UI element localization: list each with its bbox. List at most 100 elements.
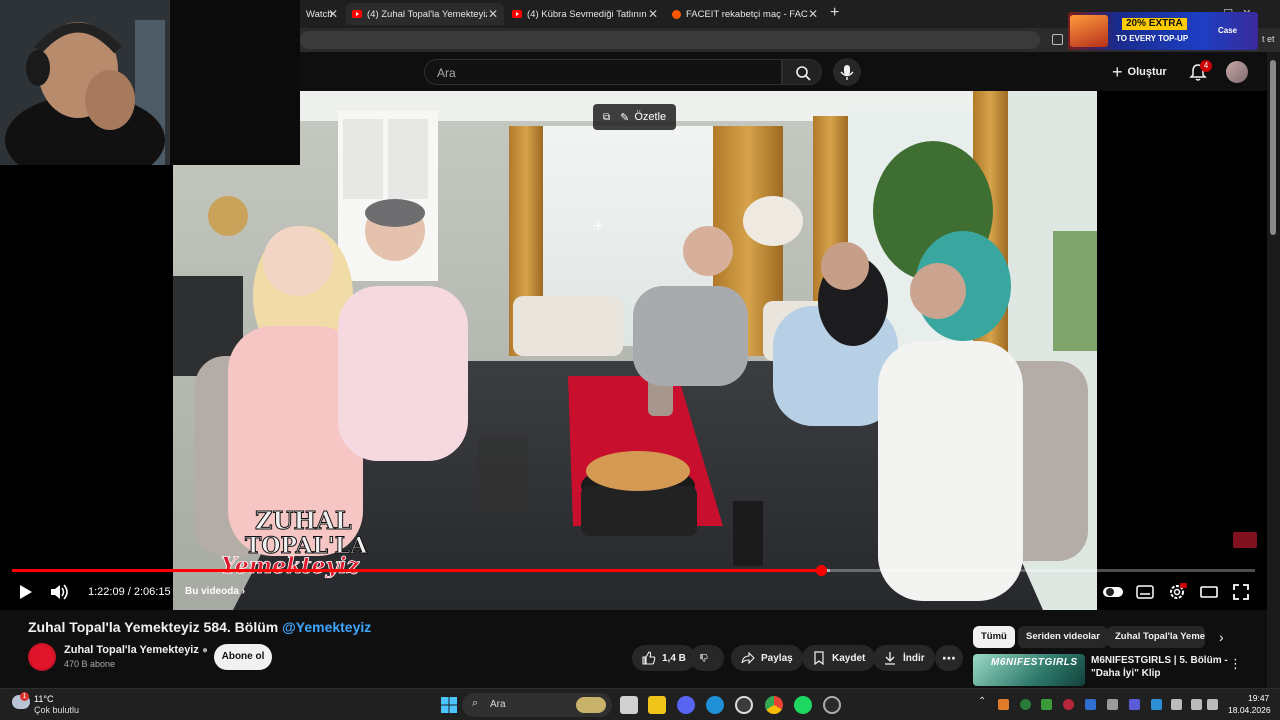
case-box-image [1070,15,1108,47]
tab-watch[interactable]: Watch ✕ [300,3,344,25]
settings-gear-icon[interactable] [1167,582,1187,602]
faceit-icon [672,9,681,19]
progress-played [12,569,822,572]
tab-yemekteyiz[interactable]: (4) Zuhal Topal'la Yemekteyiz 584. ✕ [346,3,504,25]
overlay-logo-line1: ZUHAL [255,506,352,535]
summarize-icon: ✎ [620,111,630,124]
theater-mode-icon[interactable] [1199,582,1219,602]
clock-date[interactable]: 18.04.2026 [1228,705,1271,715]
subscribe-button[interactable]: Abone ol [214,644,272,670]
clock-time[interactable]: 19:47 [1248,693,1269,703]
dislike-button[interactable] [690,645,724,671]
create-label: Oluştur [1127,66,1167,78]
thumbnail-text: M6NIFESTGIRLS [991,657,1078,668]
recommendation-thumbnail[interactable]: M6NIFESTGIRLS [973,654,1085,686]
tray-app-icon[interactable] [1063,699,1074,710]
tray-app-icon[interactable] [1085,699,1096,710]
play-icon[interactable] [15,582,35,602]
more-actions-button[interactable]: ⋯ [935,645,963,671]
progress-bar[interactable] [12,565,1255,576]
autoplay-toggle[interactable] [1102,582,1124,602]
chapter-button[interactable]: Bu videoda › [185,586,245,597]
steam-icon[interactable] [735,696,753,714]
windows-start-icon[interactable] [440,696,458,714]
address-field[interactable] [300,31,1040,49]
save-button[interactable]: Kaydet [802,645,876,671]
tray-app-icon[interactable] [1020,699,1031,710]
download-button[interactable]: İndir [873,645,935,671]
tray-app-icon[interactable] [998,699,1009,710]
verified-badge-icon: ● [201,645,208,656]
youtube-header: Ara + Oluştur 4 [300,52,1280,92]
volume-icon[interactable] [49,582,69,602]
taskbar-search-label: Ara [490,699,506,710]
tab-label: FACEIT rekabetçi maç - FACEIT.com [686,8,808,20]
video-title-hashtag[interactable]: @Yemekteyiz [282,619,371,635]
file-explorer-icon[interactable] [648,696,666,714]
close-tab-icon[interactable]: ✕ [488,7,498,21]
channel-watermark[interactable] [1233,532,1257,548]
share-button[interactable]: Paylaş [731,645,803,671]
split-view-icon[interactable] [1052,34,1063,45]
save-label: Kaydet [832,652,866,664]
discord-icon[interactable] [677,696,695,714]
edge-icon[interactable] [706,696,724,714]
tab-kubra[interactable]: (4) Kübra Sevmediği Tatlının İsmini ✕ [506,3,664,25]
recommendation-title[interactable]: M6NIFESTGIRLS | 5. Bölüm - "Daha İyi" Kl… [1091,654,1231,680]
account-avatar[interactable] [1226,61,1248,83]
video-title-text: Zuhal Topal'la Yemekteyiz 584. Bölüm [28,619,279,635]
youtube-icon [352,10,362,18]
chip-series[interactable]: Seriden videolar [1018,626,1108,648]
miniplayer-icon[interactable]: ⧉ [603,112,610,123]
voice-search-button[interactable] [833,58,861,86]
bookmark-icon [814,651,824,665]
microphone-icon[interactable] [1171,699,1182,710]
network-icon[interactable] [1191,699,1202,710]
tray-app-icon[interactable] [1129,699,1140,710]
ad-brand: Case [1218,26,1238,35]
close-tab-icon[interactable]: ✕ [328,7,338,21]
spotify-icon[interactable] [794,696,812,714]
notification-count-badge: 4 [1200,60,1212,72]
create-button[interactable]: + Oluştur [1112,60,1167,84]
speaker-icon[interactable] [1207,699,1218,710]
time-display: 1:22:09 / 2:06:15 [88,586,171,598]
chevron-right-icon[interactable]: › [1219,629,1224,645]
tray-app-icon[interactable] [1107,699,1118,710]
chevron-up-icon[interactable]: ⌃ [978,696,986,707]
player-controls: 1:22:09 / 2:06:15 Bu videoda › [0,577,1267,607]
video-player[interactable]: ZUHAL TOPAL'LA Yemekteyiz + ⧉ ✎ Özetle 1… [0,91,1267,610]
search-button[interactable] [782,59,822,85]
subtitles-icon[interactable] [1135,582,1155,602]
close-tab-icon[interactable]: ✕ [808,7,818,21]
tab-faceit[interactable]: FACEIT rekabetçi maç - FACEIT.com ✕ [666,3,824,25]
more-vertical-icon[interactable]: ⋮ [1229,656,1242,672]
weather-temperature: 11°C [34,694,54,704]
channel-avatar[interactable] [28,643,56,671]
tray-app-icon[interactable] [1041,699,1052,710]
tray-app-icon[interactable] [1151,699,1162,710]
microphone-icon [840,65,854,80]
search-input[interactable]: Ara [424,59,782,85]
share-label: Paylaş [761,652,793,664]
page-scrollbar-thumb[interactable] [1270,60,1276,235]
summarize-label: Özetle [634,111,667,123]
chip-all[interactable]: Tümü [973,626,1015,648]
close-tab-icon[interactable]: ✕ [648,7,658,21]
new-tab-button[interactable]: + [830,4,839,22]
ad-banner[interactable]: 20% EXTRA TO EVERY TOP-UP Case [1068,12,1258,50]
video-title: Zuhal Topal'la Yemekteyiz 584. Bölüm @Ye… [28,619,371,635]
fullscreen-icon[interactable] [1231,582,1251,602]
chrome-icon[interactable] [765,696,783,714]
task-view-icon[interactable] [620,696,638,714]
chapter-label: Bu videoda [185,586,239,597]
like-button[interactable]: 1,4 B [632,645,696,671]
taskbar-search[interactable]: ⌕ Ara [462,693,612,717]
channel-name[interactable]: Zuhal Topal'la Yemekteyiz ● [64,644,208,656]
thumbs-up-icon [642,651,656,665]
crosshair-cursor-icon: + [593,216,604,236]
obs-icon[interactable] [823,696,841,714]
summarize-button[interactable]: ⧉ ✎ Özetle [593,104,677,130]
youtube-icon [512,10,522,18]
chip-channel[interactable]: Zuhal Topal'la Yemekteyiz [1107,626,1205,648]
